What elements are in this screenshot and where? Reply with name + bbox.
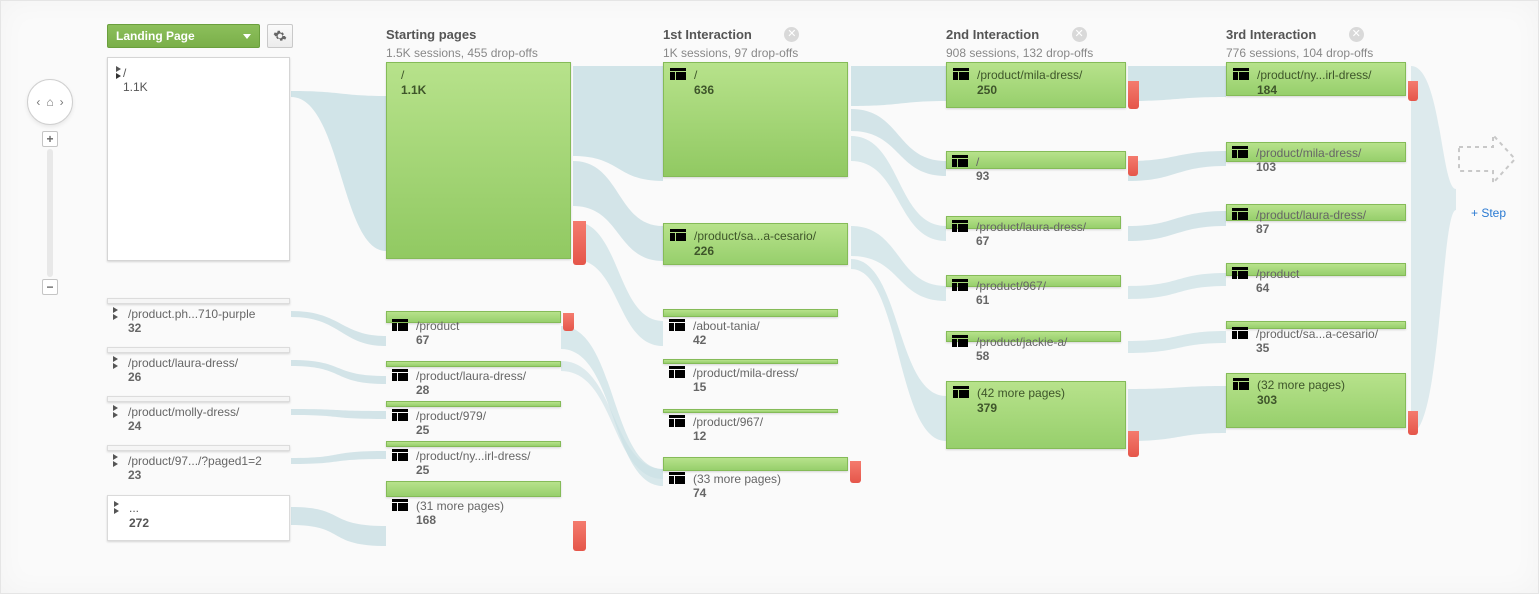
drop-off-bar [563, 313, 574, 331]
source-node[interactable] [107, 298, 290, 304]
remove-step-button[interactable]: ✕ [784, 27, 799, 42]
flow-node-label: (31 more pages)168 [392, 499, 504, 527]
dimension-select-label: Landing Page [116, 29, 195, 43]
entry-icon [114, 501, 121, 514]
flow-node[interactable] [386, 401, 561, 407]
page-icon [1232, 208, 1248, 223]
page-icon [392, 319, 408, 334]
entry-icon [116, 66, 123, 79]
drop-off-bar [850, 461, 861, 483]
column-header-starting: Starting pages 1.5K sessions, 455 drop-o… [386, 26, 538, 60]
source-node[interactable] [107, 445, 290, 451]
page-icon [1233, 378, 1249, 393]
page-icon [1232, 327, 1248, 342]
flow-node[interactable] [663, 409, 838, 413]
page-icon [953, 68, 969, 83]
column-title: 3rd Interaction [1226, 27, 1316, 42]
source-node-label: /product/laura-dress/26 [113, 356, 238, 384]
page-icon [1232, 146, 1248, 161]
column-subtitle: 1K sessions, 97 drop-offs [663, 46, 799, 60]
flow-node-label: /product/laura-dress/28 [392, 369, 526, 397]
flow-node-label: /product/979/25 [392, 409, 486, 437]
zoom-slider[interactable] [47, 149, 53, 277]
entry-icon [113, 307, 120, 320]
page-icon [669, 366, 685, 381]
drop-off-bar [1408, 411, 1418, 435]
behavior-flow-canvas: Landing Page ‹ ⌂ › + − Starting pages 1.… [0, 0, 1539, 594]
entry-icon [113, 356, 120, 369]
page-icon [669, 415, 685, 430]
column-header-2nd: 2nd Interaction ✕ 908 sessions, 132 drop… [946, 26, 1093, 60]
page-icon [392, 409, 408, 424]
entry-icon [113, 454, 120, 467]
zoom-out-button[interactable]: − [42, 279, 58, 295]
page-icon [952, 335, 968, 350]
drop-off-bar [1128, 81, 1139, 109]
add-step-link[interactable]: + Step [1471, 206, 1506, 220]
page-icon [952, 155, 968, 170]
chevron-down-icon [243, 34, 251, 39]
page-icon [952, 279, 968, 294]
page-icon [953, 386, 969, 401]
page-icon [670, 68, 686, 83]
gear-icon [273, 29, 287, 43]
remove-step-button[interactable]: ✕ [1349, 27, 1364, 42]
page-icon [1233, 68, 1249, 83]
page-icon [392, 369, 408, 384]
column-title: Starting pages [386, 27, 476, 42]
flow-node-label: /product67 [392, 319, 459, 347]
page-icon [392, 499, 408, 514]
source-node-label: /product.ph...710-purple32 [113, 307, 255, 335]
nav-prev-icon: ‹ [36, 95, 40, 109]
flow-node[interactable]: /product/mila-dress/250 [946, 62, 1126, 108]
zoom-control: + − [42, 131, 58, 295]
source-node-label: /product/molly-dress/24 [113, 405, 239, 433]
page-icon [392, 449, 408, 464]
flow-node[interactable] [386, 441, 561, 447]
column-header-1st: 1st Interaction ✕ 1K sessions, 97 drop-o… [663, 26, 799, 60]
flow-node-label: /product/ny...irl-dress/25 [392, 449, 530, 477]
settings-button[interactable] [267, 24, 293, 48]
flow-node[interactable]: /product/sa...a-cesario/226 [663, 223, 848, 265]
flow-node-more[interactable]: (42 more pages)379 [946, 381, 1126, 449]
source-node[interactable]: / 1.1K [107, 57, 290, 261]
source-node[interactable] [107, 396, 290, 402]
page-icon [670, 229, 686, 244]
source-node[interactable] [107, 347, 290, 353]
source-node-more[interactable]: ...272 [107, 495, 290, 541]
remove-step-button[interactable]: ✕ [1072, 27, 1087, 42]
flow-node-more[interactable] [386, 481, 561, 497]
drop-off-bar [573, 221, 586, 265]
page-icon [669, 319, 685, 334]
zoom-in-button[interactable]: + [42, 131, 58, 147]
drop-off-bar [573, 521, 586, 551]
page-icon [669, 472, 685, 487]
page-icon [952, 220, 968, 235]
flow-node[interactable] [663, 309, 838, 317]
column-subtitle: 1.5K sessions, 455 drop-offs [386, 46, 538, 60]
page-icon [1232, 267, 1248, 282]
add-step-arrow[interactable] [1457, 129, 1517, 189]
drop-off-bar [1128, 156, 1138, 176]
flow-node[interactable]: /636 [663, 62, 848, 177]
home-icon: ⌂ [46, 95, 53, 109]
flow-node-more[interactable]: (32 more pages)303 [1226, 373, 1406, 428]
home-nav-control[interactable]: ‹ ⌂ › [27, 79, 73, 125]
entry-icon [113, 405, 120, 418]
drop-off-bar [1128, 431, 1139, 457]
flow-node[interactable] [663, 359, 838, 364]
dimension-select[interactable]: Landing Page [107, 24, 260, 48]
column-subtitle: 776 sessions, 104 drop-offs [1226, 46, 1373, 60]
flow-node[interactable]: /product/ny...irl-dress/184 [1226, 62, 1406, 96]
nav-next-icon: › [60, 95, 64, 109]
column-subtitle: 908 sessions, 132 drop-offs [946, 46, 1093, 60]
drop-off-bar [1408, 81, 1418, 101]
column-header-3rd: 3rd Interaction ✕ 776 sessions, 104 drop… [1226, 26, 1373, 60]
flow-node[interactable] [386, 361, 561, 367]
column-title: 1st Interaction [663, 27, 752, 42]
flow-node-more[interactable] [663, 457, 848, 471]
flow-node[interactable]: /1.1K [386, 62, 571, 259]
column-title: 2nd Interaction [946, 27, 1039, 42]
source-node-label: /product/97.../?paged1=223 [113, 454, 262, 482]
